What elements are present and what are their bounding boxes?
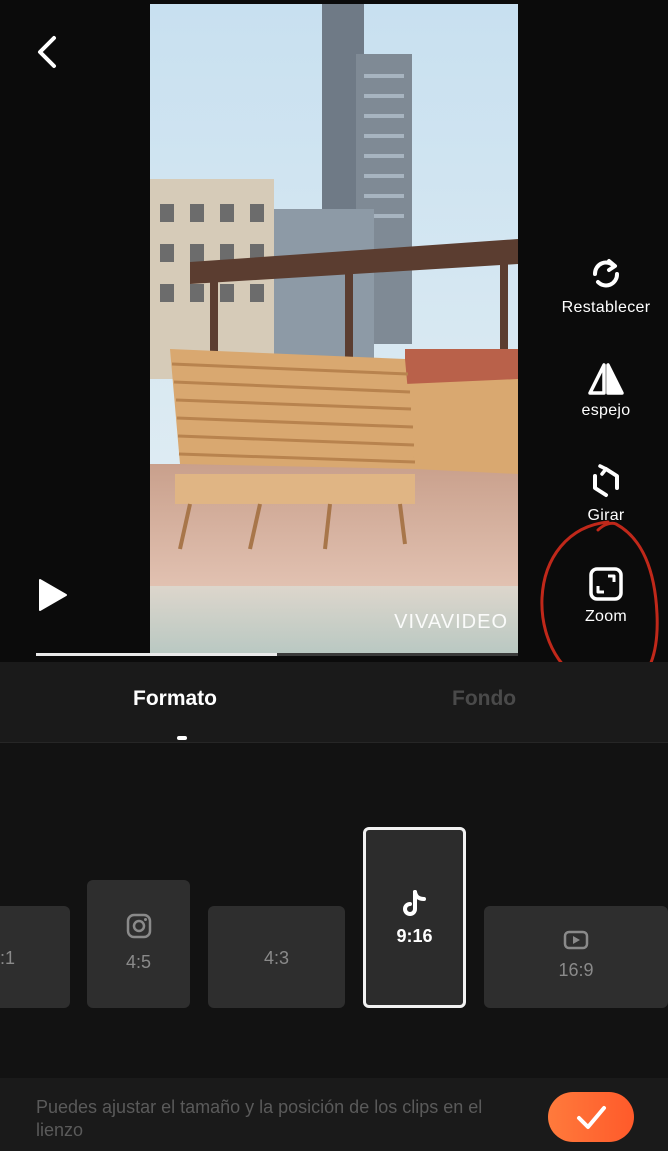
scene-image xyxy=(150,4,518,654)
reset-label: Restablecer xyxy=(561,299,651,316)
active-tab-indicator xyxy=(177,736,187,740)
format-tabs: Formato Fondo xyxy=(0,662,668,743)
ratio-label: 4:5 xyxy=(125,952,152,972)
reset-icon xyxy=(593,259,619,288)
ratio-option-4-5[interactable]: 4:5 xyxy=(87,880,190,1008)
video-preview-area: VIVAVIDEO Restablecer espejo Girar Zoom xyxy=(0,0,668,662)
hint-text: Puedes ajustar el tamaño y la posición d… xyxy=(36,1097,483,1140)
mirror-icon xyxy=(588,363,624,395)
ratio-option-4-3[interactable]: 4:3 xyxy=(208,906,345,1008)
rotate-icon xyxy=(593,464,619,497)
play-icon[interactable] xyxy=(36,578,70,612)
zoom-button[interactable]: Zoom xyxy=(551,566,661,626)
progress-fill xyxy=(36,653,277,656)
ratio-label: 9:16 xyxy=(396,926,433,946)
aspect-ratio-list[interactable]: :1 4:5 4:3 9:16 16:9 xyxy=(0,743,668,1077)
tab-formato[interactable]: Formato xyxy=(133,687,217,711)
watermark-logo: VIVAVIDEO xyxy=(394,611,508,633)
rotate-label: Girar xyxy=(587,507,625,524)
ratio-option-16-9[interactable]: 16:9 xyxy=(484,906,668,1008)
ratio-label: :1 xyxy=(0,948,16,968)
youtube-icon xyxy=(563,930,589,950)
reset-button[interactable]: Restablecer xyxy=(551,255,661,317)
ratio-option-1-1[interactable]: :1 xyxy=(0,906,70,1008)
ratio-label: 16:9 xyxy=(558,960,594,980)
video-frame[interactable]: VIVAVIDEO xyxy=(150,4,518,654)
zoom-label: Zoom xyxy=(584,608,628,625)
playback-progress-bar[interactable] xyxy=(36,653,518,656)
checkmark-icon xyxy=(577,1106,606,1129)
ratio-option-9-16[interactable]: 9:16 xyxy=(363,827,466,1008)
mirror-label: espejo xyxy=(581,402,631,419)
instagram-icon xyxy=(126,913,151,939)
zoom-icon xyxy=(589,567,623,601)
tiktok-icon xyxy=(402,890,426,916)
back-icon[interactable] xyxy=(30,32,64,72)
rotate-button[interactable]: Girar xyxy=(551,463,661,525)
mirror-button[interactable]: espejo xyxy=(551,362,661,420)
tab-fondo[interactable]: Fondo xyxy=(452,687,516,711)
confirm-button[interactable] xyxy=(548,1092,634,1142)
footer-bar: Puedes ajustar el tamaño y la posición d… xyxy=(0,1078,668,1151)
ratio-label: 4:3 xyxy=(263,948,290,968)
